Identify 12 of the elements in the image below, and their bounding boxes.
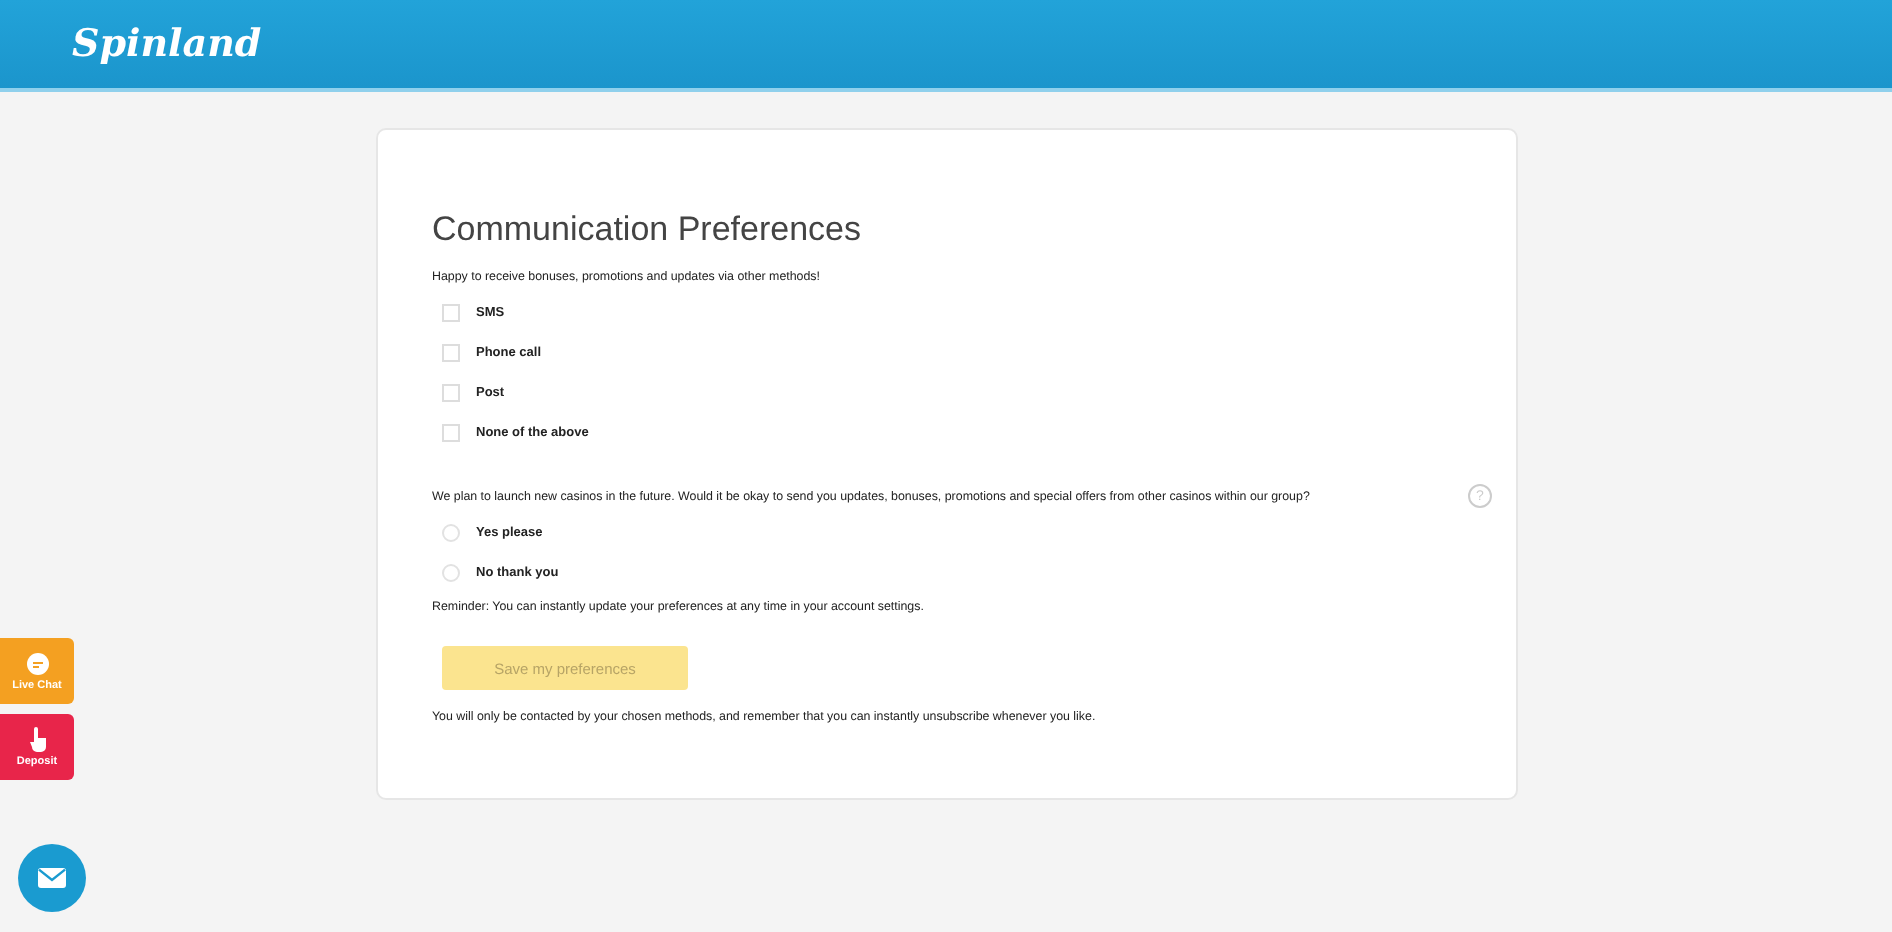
checkbox[interactable] — [442, 303, 460, 321]
page-title: Communication Preferences — [432, 210, 863, 250]
chat-icon — [25, 651, 49, 675]
radio-button[interactable] — [442, 523, 460, 541]
checkbox[interactable] — [442, 423, 460, 441]
hand-icon — [27, 726, 47, 752]
mail-button[interactable] — [18, 844, 86, 912]
radio-button[interactable] — [442, 563, 460, 581]
checkbox[interactable] — [442, 383, 460, 401]
envelope-icon — [36, 866, 68, 890]
logo[interactable]: Spinland — [72, 22, 262, 66]
checkbox[interactable] — [442, 343, 460, 361]
